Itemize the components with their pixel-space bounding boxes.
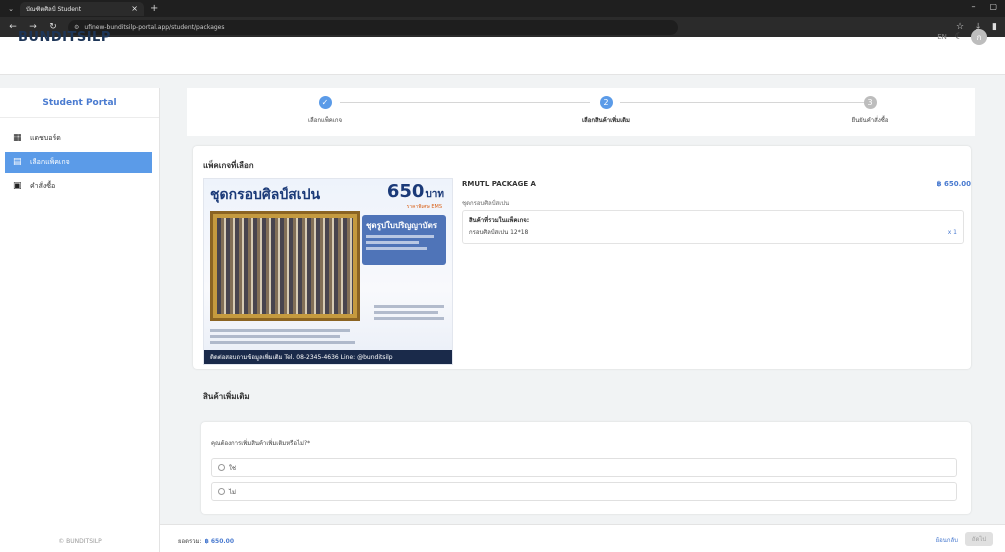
- package-icon: ▤: [13, 157, 22, 167]
- browser-toolbar: ← → ↻ ⚙ ufinew-bunditsilp-portal.app/stu…: [0, 17, 1005, 37]
- next-button[interactable]: ถัดไป: [965, 532, 993, 546]
- total-amount: ฿ 650.00: [204, 538, 235, 545]
- address-bar[interactable]: ⚙ ufinew-bunditsilp-portal.app/student/p…: [68, 19, 678, 35]
- poster-footer: ติดต่อสอบถามข้อมูลเพิ่มเติม Tel. 08-2345…: [204, 350, 452, 364]
- option-label: ใช่: [229, 464, 237, 472]
- package-price: ฿ 650.00: [936, 180, 971, 188]
- package-items-box: สินค้าที่รวมในแพ็คเกจ: กรอบศิลป์สเปน 12*…: [462, 210, 964, 244]
- package-subtitle: ชุดกรอบศิลป์สเปน: [462, 200, 510, 207]
- poster-title: ชุดกรอบศิลป์สเปน: [210, 187, 321, 203]
- poster-photo: [217, 218, 353, 314]
- sidebar-item-label: เลือกแพ็คเกจ: [30, 158, 70, 166]
- poster-fineprint: [374, 305, 444, 308]
- maximize-button[interactable]: ▢: [989, 2, 997, 11]
- poster-box-line: [366, 235, 435, 238]
- step-label: เลือกแพ็คเกจ: [308, 117, 342, 124]
- check-icon: ✓: [318, 96, 332, 109]
- poster-price-value: 650: [386, 181, 425, 202]
- new-tab-button[interactable]: +: [150, 3, 158, 14]
- option-no[interactable]: ไม่: [211, 482, 957, 501]
- tab-list-chevron-icon[interactable]: ⌄: [6, 5, 16, 13]
- poster-box-line: [366, 241, 420, 244]
- step-addons[interactable]: 2 เลือกสินค้าเพิ่มเติม: [546, 96, 666, 125]
- orders-icon: ▣: [13, 181, 22, 191]
- poster-fineprint: [374, 311, 438, 314]
- order-total: ยอดรวม: ฿ 650.00: [178, 536, 234, 546]
- step-number: 2: [599, 96, 613, 109]
- back-arrow-icon[interactable]: ←: [8, 22, 18, 32]
- sidebar-item-dashboard[interactable]: ▦ แดชบอร์ด: [5, 128, 152, 149]
- option-yes[interactable]: ใช่: [211, 458, 957, 477]
- poster-info-box: ชุดรูปใบปริญญาบัตร: [362, 215, 446, 265]
- addons-title: สินค้าเพิ่มเติม: [203, 392, 250, 401]
- sidebar-footer: © BUNDITSILP: [58, 538, 102, 545]
- option-label: ไม่: [229, 488, 236, 496]
- poster-price-unit: บาท: [425, 189, 444, 200]
- sidebar-title: Student Portal: [0, 88, 159, 118]
- addons-question: คุณต้องการเพิ่มสินค้าเพิ่มเติมหรือไม่?*: [211, 440, 311, 447]
- sidebar-item-label: คำสั่งซื้อ: [30, 182, 56, 190]
- poster-fineprint: [374, 317, 444, 320]
- package-name: RMUTL PACKAGE A: [462, 180, 536, 188]
- step-select-package[interactable]: ✓ เลือกแพ็คเกจ: [265, 96, 385, 125]
- step-confirm[interactable]: 3 ยืนยันคำสั่งซื้อ: [810, 96, 930, 125]
- footer-bar: ยอดรวม: ฿ 650.00 ย้อนกลับ ถัดไป: [160, 524, 1005, 552]
- browser-tab[interactable]: บัณฑิตศิลป์ Student ×: [20, 1, 144, 16]
- tab-close-icon[interactable]: ×: [131, 4, 138, 13]
- dashboard-icon: ▦: [13, 133, 22, 143]
- poster-frame: [210, 211, 360, 321]
- sidebar-item-label: แดชบอร์ด: [30, 134, 61, 142]
- app-header: [0, 37, 1005, 75]
- extensions-icon[interactable]: ▮: [992, 22, 997, 32]
- language-switch[interactable]: EN: [937, 33, 947, 41]
- sidebar-item-packages[interactable]: ▤ เลือกแพ็คเกจ: [5, 152, 152, 173]
- header-actions: EN ☾ ก: [937, 29, 987, 45]
- total-label: ยอดรวม:: [178, 538, 202, 545]
- sidebar: Student Portal ▦ แดชบอร์ด ▤ เลือกแพ็คเกจ…: [0, 88, 160, 552]
- package-item-name: กรอบศิลป์สเปน 12*18: [469, 229, 529, 236]
- sidebar-item-orders[interactable]: ▣ คำสั่งซื้อ: [5, 176, 152, 197]
- minimize-button[interactable]: –: [971, 2, 975, 11]
- poster-fineprint: [210, 329, 350, 332]
- browser-tab-bar: ⌄ บัณฑิตศิลป์ Student × + – ▢: [0, 0, 1005, 17]
- poster-price-sub: ราคาพิเศษ EMS: [406, 204, 442, 210]
- selected-package-title: แพ็คเกจที่เลือก: [203, 161, 254, 170]
- radio-icon[interactable]: [218, 488, 225, 495]
- radio-icon[interactable]: [218, 464, 225, 471]
- poster-fineprint: [210, 335, 340, 338]
- step-label: เลือกสินค้าเพิ่มเติม: [582, 117, 630, 124]
- poster-box-line: [366, 247, 427, 250]
- stepper: ✓ เลือกแพ็คเกจ 2 เลือกสินค้าเพิ่มเติม 3 …: [187, 88, 975, 136]
- tab-title: บัณฑิตศิลป์ Student: [26, 5, 82, 13]
- package-poster-image: ชุดกรอบศิลป์สเปน 650บาท ราคาพิเศษ EMS ชุ…: [203, 178, 453, 365]
- package-item-qty: x 1: [947, 229, 957, 236]
- window-controls: – ▢: [971, 2, 997, 11]
- avatar[interactable]: ก: [971, 29, 987, 45]
- poster-box-title: ชุดรูปใบปริญญาบัตร: [366, 221, 438, 230]
- poster-price: 650บาท: [387, 181, 444, 202]
- dark-mode-icon[interactable]: ☾: [955, 32, 963, 42]
- package-items-header: สินค้าที่รวมในแพ็คเกจ:: [469, 217, 530, 224]
- step-label: ยืนยันคำสั่งซื้อ: [851, 117, 889, 124]
- back-button[interactable]: ย้อนกลับ: [936, 535, 958, 545]
- step-number: 3: [863, 96, 877, 109]
- brand-logo[interactable]: BUNDITSILP: [18, 30, 111, 45]
- poster-fineprint: [210, 341, 355, 344]
- main-content: ✓ เลือกแพ็คเกจ 2 เลือกสินค้าเพิ่มเติม 3 …: [160, 88, 1005, 552]
